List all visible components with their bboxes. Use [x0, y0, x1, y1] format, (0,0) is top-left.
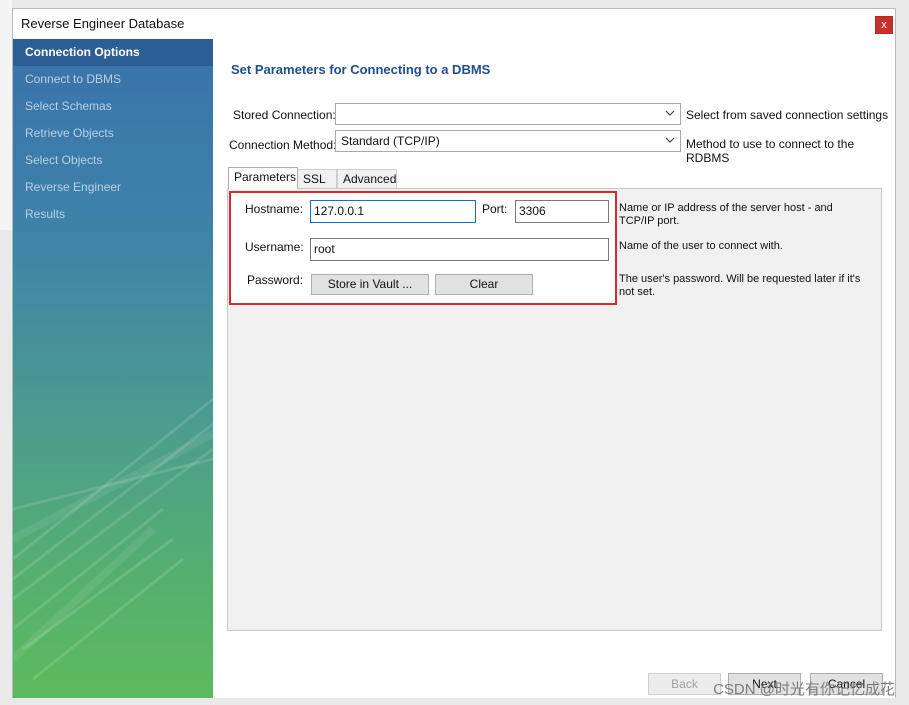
wizard-sidebar: Connection Options Connect to DBMS Selec…	[13, 39, 213, 698]
page-heading: Set Parameters for Connecting to a DBMS	[231, 62, 491, 77]
stored-connection-hint: Select from saved connection settings	[686, 108, 889, 122]
tab-advanced[interactable]: Advanced	[337, 169, 397, 189]
dialog-window: Reverse Engineer Database x Connection O…	[12, 8, 896, 698]
sidebar-item-select-schemas: Select Schemas	[25, 99, 112, 113]
background-strip	[0, 0, 12, 230]
annotation-highlight-box	[229, 191, 617, 305]
close-icon: x	[881, 19, 887, 31]
close-button[interactable]: x	[875, 16, 893, 34]
connection-method-value: Standard (TCP/IP)	[341, 134, 440, 148]
chevron-down-icon	[665, 137, 675, 143]
sidebar-item-connection-options: Connection Options	[13, 39, 213, 66]
connection-method-label: Connection Method:	[229, 138, 337, 152]
connection-method-hint: Method to use to connect to the RDBMS	[686, 137, 855, 165]
password-hint: The user's password. Will be requested l…	[619, 273, 861, 298]
chevron-down-icon	[665, 110, 675, 116]
connection-method-select[interactable]: Standard (TCP/IP)	[335, 130, 681, 152]
tab-ssl[interactable]: SSL	[297, 169, 337, 189]
hostname-hint: Name or IP address of the server host - …	[619, 202, 833, 227]
sidebar-item-retrieve-objects: Retrieve Objects	[25, 126, 114, 140]
sidebar-item-reverse-engineer: Reverse Engineer	[25, 180, 122, 194]
username-hint: Name of the user to connect with.	[619, 240, 783, 252]
stored-connection-select[interactable]	[335, 103, 681, 125]
title-bar: Reverse Engineer Database x	[13, 9, 895, 39]
stored-connection-label: Stored Connection:	[233, 108, 336, 122]
sidebar-item-select-objects: Select Objects	[25, 153, 103, 167]
tab-parameters[interactable]: Parameters	[228, 167, 298, 189]
window-title: Reverse Engineer Database	[21, 16, 185, 31]
watermark-text: CSDN @时光有你记忆成花	[713, 681, 895, 698]
main-content: Set Parameters for Connecting to a DBMS …	[213, 39, 895, 698]
sidebar-item-results: Results	[25, 207, 66, 221]
sidebar-item-connect-to-dbms: Connect to DBMS	[25, 72, 122, 86]
back-button[interactable]: Back	[648, 673, 721, 695]
